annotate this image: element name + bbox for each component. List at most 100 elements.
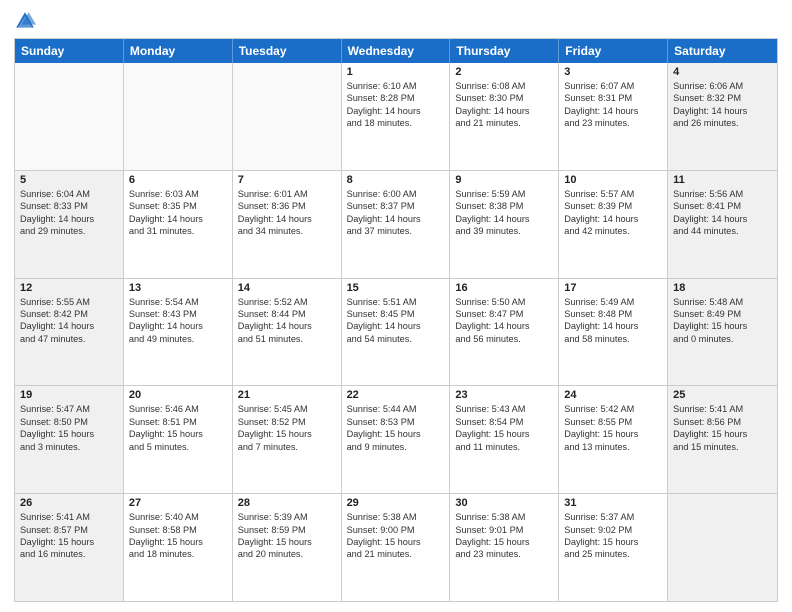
calendar-cell-empty-0-0 xyxy=(15,63,124,170)
day-number: 5 xyxy=(20,174,118,186)
day-number: 2 xyxy=(455,66,553,78)
day-number: 18 xyxy=(673,282,772,294)
cell-info: Sunrise: 6:08 AM Sunset: 8:30 PM Dayligh… xyxy=(455,80,553,130)
calendar-cell-empty-4-6 xyxy=(668,494,777,601)
cell-info: Sunrise: 6:03 AM Sunset: 8:35 PM Dayligh… xyxy=(129,188,227,238)
day-number: 19 xyxy=(20,389,118,401)
day-number: 7 xyxy=(238,174,336,186)
calendar-body: 1 Sunrise: 6:10 AM Sunset: 8:28 PM Daylig… xyxy=(15,63,777,601)
calendar-cell-17: 17 Sunrise: 5:49 AM Sunset: 8:48 PM Dayli… xyxy=(559,279,668,386)
header-day-thursday: Thursday xyxy=(450,39,559,63)
day-number: 17 xyxy=(564,282,662,294)
day-number: 26 xyxy=(20,497,118,509)
calendar-cell-18: 18 Sunrise: 5:48 AM Sunset: 8:49 PM Dayli… xyxy=(668,279,777,386)
calendar-cell-26: 26Sunrise: 5:41 AM Sunset: 8:57 PM Dayli… xyxy=(15,494,124,601)
calendar-cell-7: 7 Sunrise: 6:01 AM Sunset: 8:36 PM Daylig… xyxy=(233,171,342,278)
cell-info: Sunrise: 5:37 AM Sunset: 9:02 PM Dayligh… xyxy=(564,511,662,561)
day-number: 31 xyxy=(564,497,662,509)
cell-info: Sunrise: 6:06 AM Sunset: 8:32 PM Dayligh… xyxy=(673,80,772,130)
cell-info: Sunrise: 6:10 AM Sunset: 8:28 PM Dayligh… xyxy=(347,80,445,130)
calendar-cell-9: 9 Sunrise: 5:59 AM Sunset: 8:38 PM Daylig… xyxy=(450,171,559,278)
header-day-friday: Friday xyxy=(559,39,668,63)
calendar-cell-25: 25 Sunrise: 5:41 AM Sunset: 8:56 PM Dayli… xyxy=(668,386,777,493)
calendar-cell-21: 21 Sunrise: 5:45 AM Sunset: 8:52 PM Dayli… xyxy=(233,386,342,493)
day-number: 13 xyxy=(129,282,227,294)
calendar-cell-14: 14 Sunrise: 5:52 AM Sunset: 8:44 PM Dayli… xyxy=(233,279,342,386)
calendar-cell-28: 28Sunrise: 5:39 AM Sunset: 8:59 PM Dayli… xyxy=(233,494,342,601)
cell-info: Sunrise: 5:48 AM Sunset: 8:49 PM Dayligh… xyxy=(673,296,772,346)
header-day-wednesday: Wednesday xyxy=(342,39,451,63)
day-number: 9 xyxy=(455,174,553,186)
day-number: 1 xyxy=(347,66,445,78)
calendar: SundayMondayTuesdayWednesdayThursdayFrid… xyxy=(14,38,778,602)
calendar-cell-empty-0-2 xyxy=(233,63,342,170)
calendar-cell-13: 13 Sunrise: 5:54 AM Sunset: 8:43 PM Dayli… xyxy=(124,279,233,386)
day-number: 20 xyxy=(129,389,227,401)
cell-info: Sunrise: 5:38 AM Sunset: 9:00 PM Dayligh… xyxy=(347,511,445,561)
cell-info: Sunrise: 6:04 AM Sunset: 8:33 PM Dayligh… xyxy=(20,188,118,238)
cell-info: Sunrise: 5:47 AM Sunset: 8:50 PM Dayligh… xyxy=(20,403,118,453)
cell-info: Sunrise: 5:40 AM Sunset: 8:58 PM Dayligh… xyxy=(129,511,227,561)
calendar-cell-empty-0-1 xyxy=(124,63,233,170)
calendar-cell-22: 22Sunrise: 5:44 AM Sunset: 8:53 PM Dayli… xyxy=(342,386,451,493)
day-number: 24 xyxy=(564,389,662,401)
cell-info: Sunrise: 6:01 AM Sunset: 8:36 PM Dayligh… xyxy=(238,188,336,238)
logo xyxy=(14,10,40,32)
cell-info: Sunrise: 5:50 AM Sunset: 8:47 PM Dayligh… xyxy=(455,296,553,346)
day-number: 15 xyxy=(347,282,445,294)
calendar-row-1: 5 Sunrise: 6:04 AM Sunset: 8:33 PM Daylig… xyxy=(15,170,777,278)
day-number: 25 xyxy=(673,389,772,401)
calendar-cell-19: 19 Sunrise: 5:47 AM Sunset: 8:50 PM Dayli… xyxy=(15,386,124,493)
calendar-cell-20: 20 Sunrise: 5:46 AM Sunset: 8:51 PM Dayli… xyxy=(124,386,233,493)
cell-info: Sunrise: 5:45 AM Sunset: 8:52 PM Dayligh… xyxy=(238,403,336,453)
calendar-cell-15: 15 Sunrise: 5:51 AM Sunset: 8:45 PM Dayli… xyxy=(342,279,451,386)
day-number: 21 xyxy=(238,389,336,401)
logo-icon xyxy=(14,10,36,32)
day-number: 27 xyxy=(129,497,227,509)
day-number: 4 xyxy=(673,66,772,78)
cell-info: Sunrise: 5:51 AM Sunset: 8:45 PM Dayligh… xyxy=(347,296,445,346)
day-number: 29 xyxy=(347,497,445,509)
cell-info: Sunrise: 5:56 AM Sunset: 8:41 PM Dayligh… xyxy=(673,188,772,238)
cell-info: Sunrise: 5:52 AM Sunset: 8:44 PM Dayligh… xyxy=(238,296,336,346)
day-number: 12 xyxy=(20,282,118,294)
calendar-cell-31: 31 Sunrise: 5:37 AM Sunset: 9:02 PM Dayli… xyxy=(559,494,668,601)
calendar-row-0: 1 Sunrise: 6:10 AM Sunset: 8:28 PM Daylig… xyxy=(15,63,777,170)
cell-info: Sunrise: 5:43 AM Sunset: 8:54 PM Dayligh… xyxy=(455,403,553,453)
day-number: 8 xyxy=(347,174,445,186)
day-number: 30 xyxy=(455,497,553,509)
cell-info: Sunrise: 5:41 AM Sunset: 8:56 PM Dayligh… xyxy=(673,403,772,453)
calendar-cell-4: 4 Sunrise: 6:06 AM Sunset: 8:32 PM Daylig… xyxy=(668,63,777,170)
cell-info: Sunrise: 5:39 AM Sunset: 8:59 PM Dayligh… xyxy=(238,511,336,561)
day-number: 22 xyxy=(347,389,445,401)
header-day-monday: Monday xyxy=(124,39,233,63)
calendar-header: SundayMondayTuesdayWednesdayThursdayFrid… xyxy=(15,39,777,63)
calendar-cell-1: 1 Sunrise: 6:10 AM Sunset: 8:28 PM Daylig… xyxy=(342,63,451,170)
calendar-row-4: 26Sunrise: 5:41 AM Sunset: 8:57 PM Dayli… xyxy=(15,493,777,601)
calendar-cell-5: 5 Sunrise: 6:04 AM Sunset: 8:33 PM Daylig… xyxy=(15,171,124,278)
day-number: 14 xyxy=(238,282,336,294)
cell-info: Sunrise: 5:59 AM Sunset: 8:38 PM Dayligh… xyxy=(455,188,553,238)
calendar-cell-16: 16Sunrise: 5:50 AM Sunset: 8:47 PM Dayli… xyxy=(450,279,559,386)
day-number: 3 xyxy=(564,66,662,78)
cell-info: Sunrise: 6:07 AM Sunset: 8:31 PM Dayligh… xyxy=(564,80,662,130)
cell-info: Sunrise: 5:49 AM Sunset: 8:48 PM Dayligh… xyxy=(564,296,662,346)
cell-info: Sunrise: 5:55 AM Sunset: 8:42 PM Dayligh… xyxy=(20,296,118,346)
calendar-cell-2: 2 Sunrise: 6:08 AM Sunset: 8:30 PM Daylig… xyxy=(450,63,559,170)
calendar-cell-3: 3 Sunrise: 6:07 AM Sunset: 8:31 PM Daylig… xyxy=(559,63,668,170)
day-number: 10 xyxy=(564,174,662,186)
header-day-sunday: Sunday xyxy=(15,39,124,63)
day-number: 23 xyxy=(455,389,553,401)
header-day-tuesday: Tuesday xyxy=(233,39,342,63)
calendar-row-2: 12 Sunrise: 5:55 AM Sunset: 8:42 PM Dayli… xyxy=(15,278,777,386)
calendar-cell-8: 8 Sunrise: 6:00 AM Sunset: 8:37 PM Daylig… xyxy=(342,171,451,278)
cell-info: Sunrise: 5:54 AM Sunset: 8:43 PM Dayligh… xyxy=(129,296,227,346)
cell-info: Sunrise: 5:46 AM Sunset: 8:51 PM Dayligh… xyxy=(129,403,227,453)
calendar-cell-29: 29 Sunrise: 5:38 AM Sunset: 9:00 PM Dayli… xyxy=(342,494,451,601)
calendar-cell-30: 30 Sunrise: 5:38 AM Sunset: 9:01 PM Dayli… xyxy=(450,494,559,601)
calendar-row-3: 19 Sunrise: 5:47 AM Sunset: 8:50 PM Dayli… xyxy=(15,385,777,493)
header xyxy=(14,10,778,32)
cell-info: Sunrise: 5:38 AM Sunset: 9:01 PM Dayligh… xyxy=(455,511,553,561)
cell-info: Sunrise: 6:00 AM Sunset: 8:37 PM Dayligh… xyxy=(347,188,445,238)
cell-info: Sunrise: 5:42 AM Sunset: 8:55 PM Dayligh… xyxy=(564,403,662,453)
